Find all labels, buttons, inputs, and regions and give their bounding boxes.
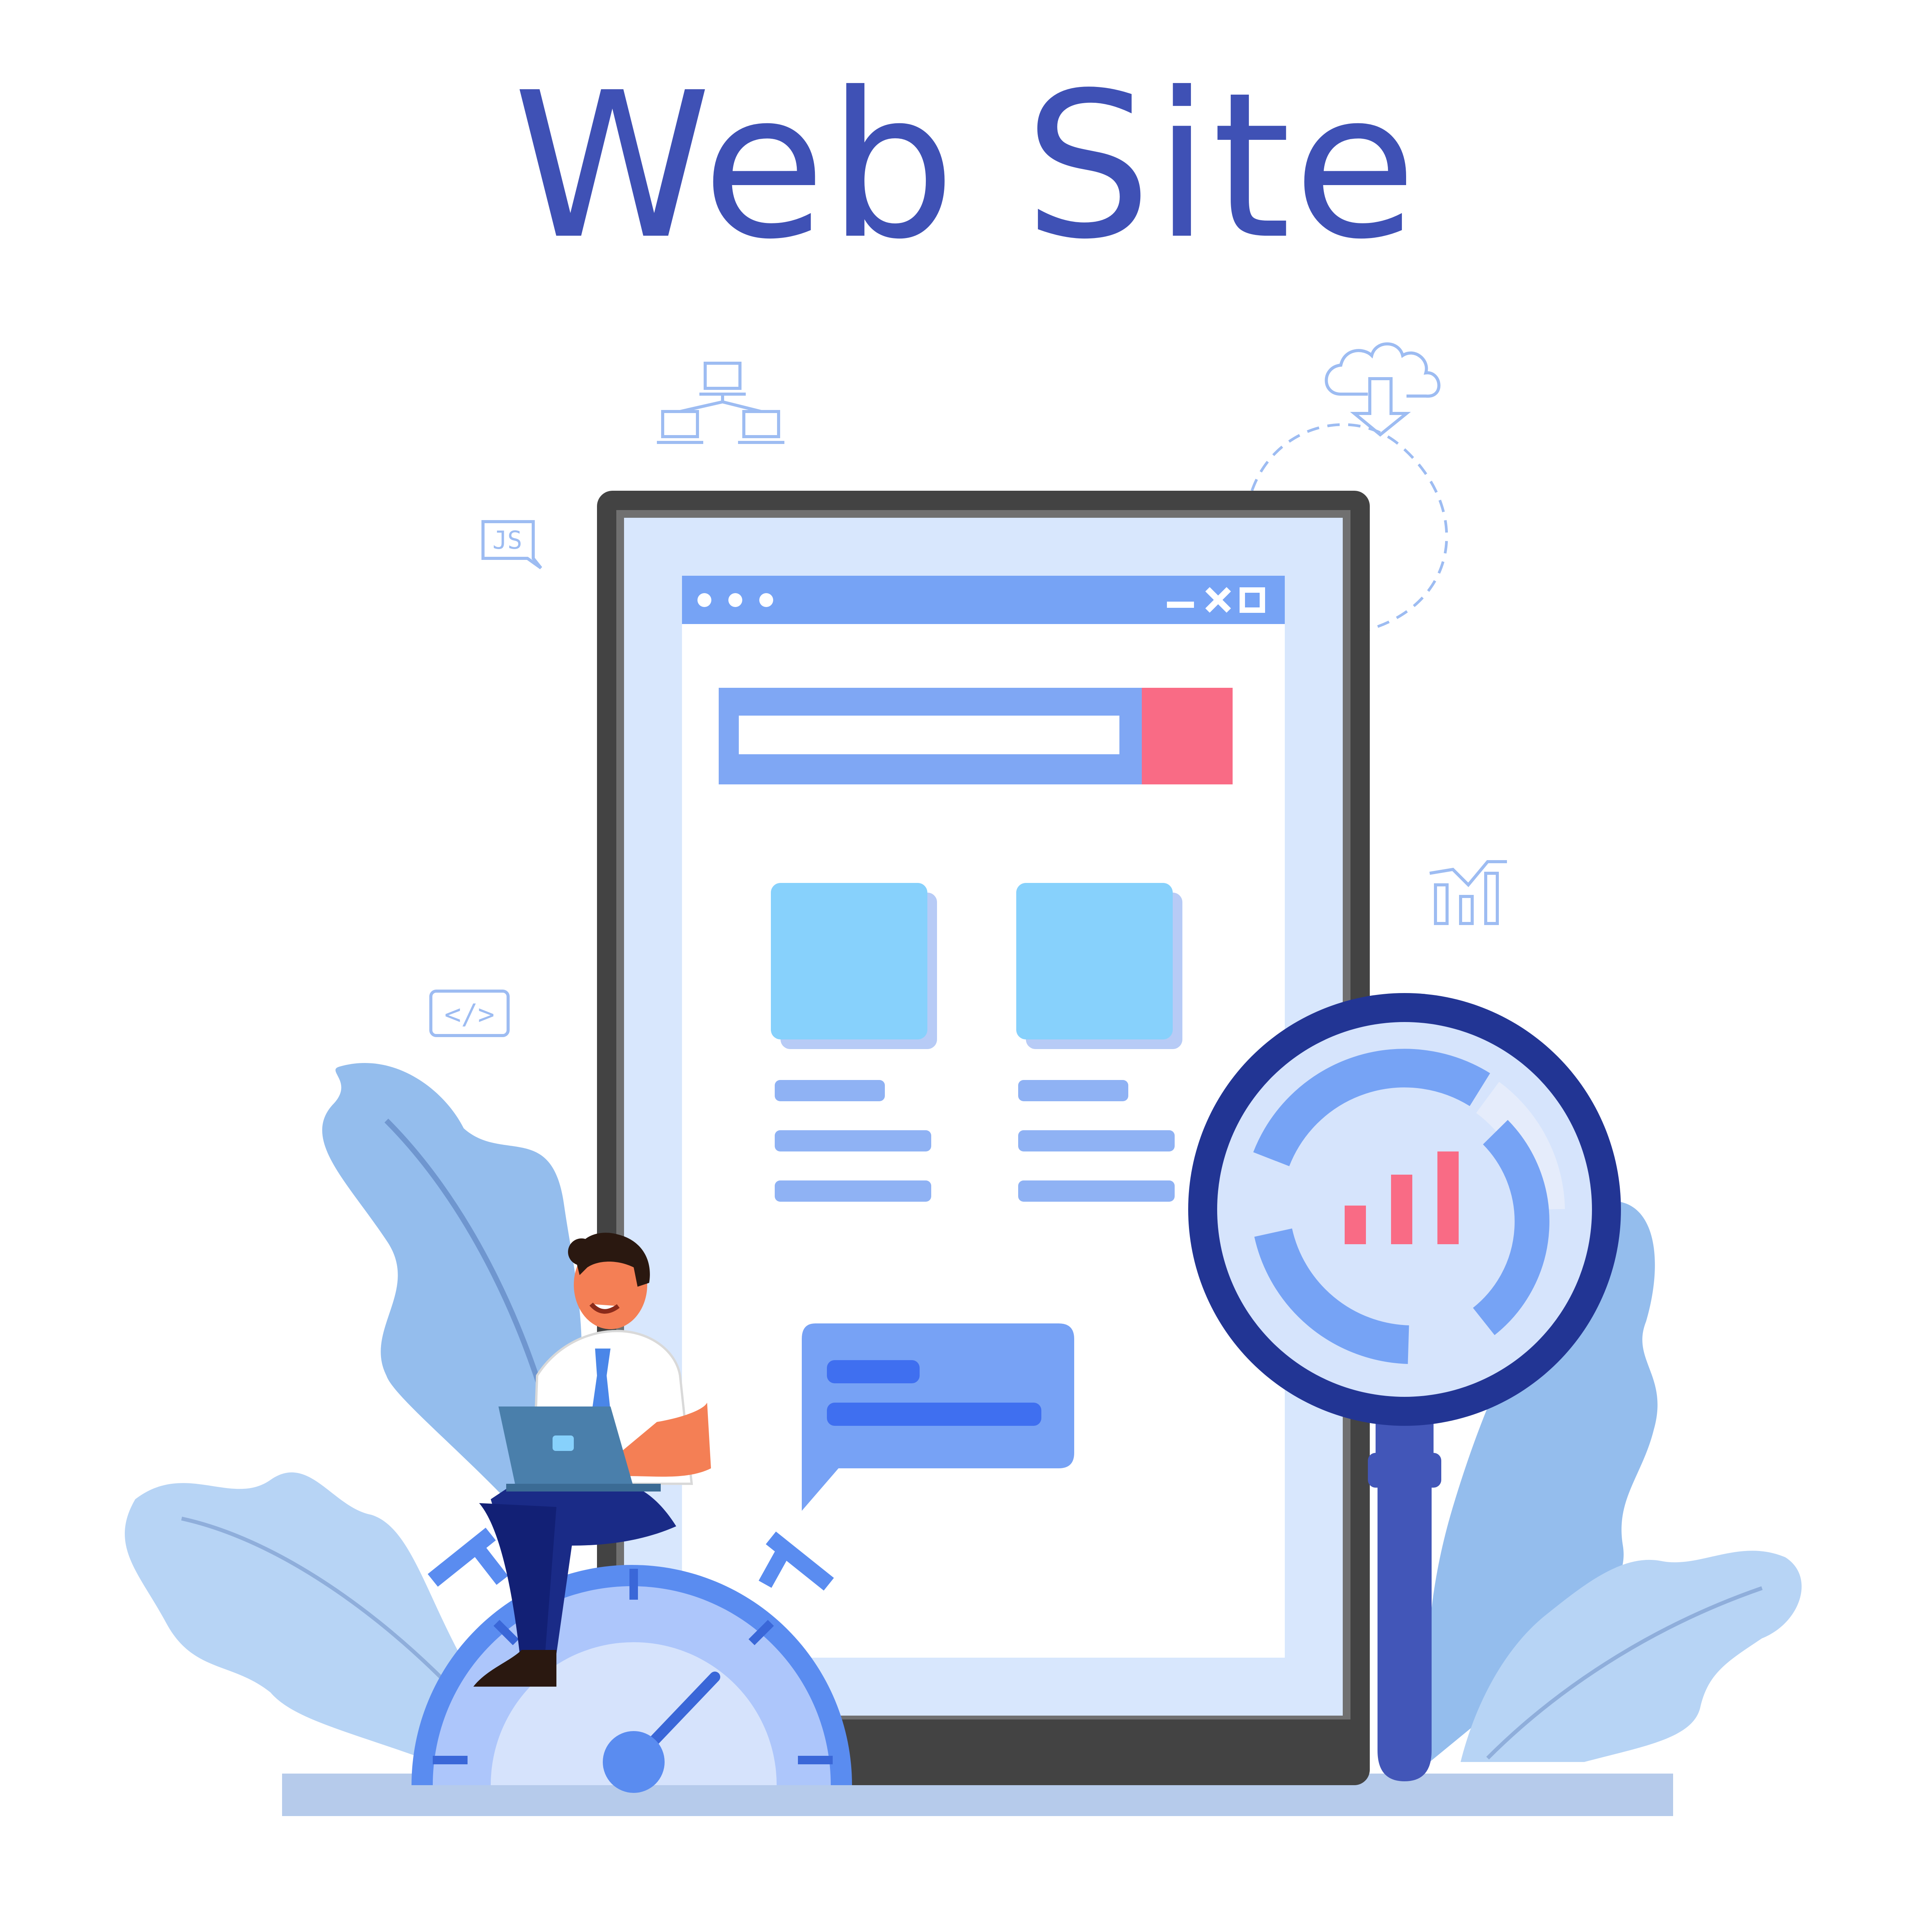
code-tag-icon: </> xyxy=(429,990,510,1037)
js-label: JS xyxy=(492,526,522,555)
illustration-scene: JS </> xyxy=(124,342,1802,1816)
search-bar[interactable] xyxy=(719,688,1233,784)
js-icon: JS xyxy=(481,520,543,570)
cloud-download-icon xyxy=(1325,342,1440,437)
bar-chart-icon xyxy=(1429,860,1507,925)
search-input[interactable] xyxy=(739,716,1119,754)
card-left[interactable] xyxy=(771,883,937,1049)
leaf-left-low xyxy=(124,1472,464,1762)
window-dots-icon xyxy=(697,593,773,607)
card-right[interactable] xyxy=(1016,883,1182,1049)
search-button[interactable] xyxy=(1142,688,1233,784)
code-label: </> xyxy=(444,998,495,1031)
browser-window xyxy=(682,576,1285,1658)
network-icon xyxy=(657,362,784,444)
minimize-button[interactable] xyxy=(1167,602,1194,608)
